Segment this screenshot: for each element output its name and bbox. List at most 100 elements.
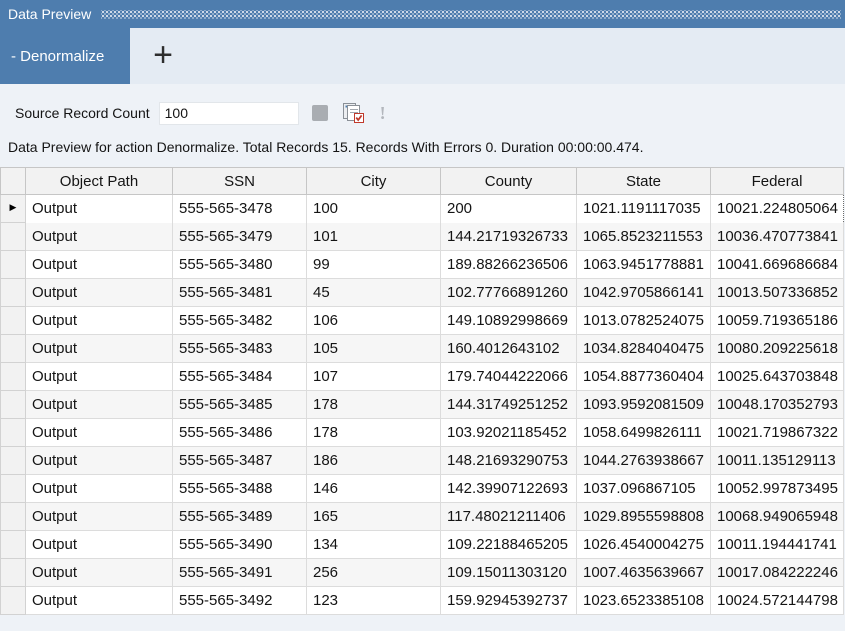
grid-cell[interactable]: 10021.224805064 bbox=[711, 195, 844, 223]
grid-cell[interactable]: 10024.572144798 bbox=[711, 587, 844, 615]
grid-cell[interactable]: Output bbox=[26, 587, 173, 615]
row-selector-cell[interactable]: ▶ bbox=[1, 195, 26, 223]
grid-cell[interactable]: 159.92945392737 bbox=[441, 587, 577, 615]
grid-cell[interactable]: 107 bbox=[307, 363, 441, 391]
grid-cell[interactable]: 555-565-3486 bbox=[173, 419, 307, 447]
grid-cell[interactable]: 555-565-3481 bbox=[173, 279, 307, 307]
row-selector-cell[interactable] bbox=[1, 531, 26, 559]
row-selector-cell[interactable] bbox=[1, 447, 26, 475]
validate-results-button[interactable] bbox=[342, 103, 365, 124]
grid-cell[interactable]: 555-565-3483 bbox=[173, 335, 307, 363]
grid-cell[interactable]: 45 bbox=[307, 279, 441, 307]
grid-cell[interactable]: 1026.4540004275 bbox=[577, 531, 711, 559]
grid-cell[interactable]: 1013.0782524075 bbox=[577, 307, 711, 335]
grid-cell[interactable]: 99 bbox=[307, 251, 441, 279]
grid-cell[interactable]: 555-565-3482 bbox=[173, 307, 307, 335]
grid-cell[interactable]: Output bbox=[26, 559, 173, 587]
grid-cell[interactable]: 1058.6499826111 bbox=[577, 419, 711, 447]
grid-cell[interactable]: 10041.669686684 bbox=[711, 251, 844, 279]
grid-cell[interactable]: Output bbox=[26, 531, 173, 559]
row-selector-cell[interactable] bbox=[1, 391, 26, 419]
drag-grip-dots[interactable] bbox=[101, 10, 841, 19]
grid-cell[interactable]: 1021.1191117035 bbox=[577, 195, 711, 223]
grid-cell[interactable]: 10052.997873495 bbox=[711, 475, 844, 503]
grid-cell[interactable]: 555-565-3487 bbox=[173, 447, 307, 475]
row-selector-cell[interactable] bbox=[1, 279, 26, 307]
grid-cell[interactable]: Output bbox=[26, 307, 173, 335]
row-selector-cell[interactable] bbox=[1, 223, 26, 251]
source-record-count-input[interactable] bbox=[159, 102, 299, 125]
grid-cell[interactable]: 555-565-3485 bbox=[173, 391, 307, 419]
grid-cell[interactable]: 555-565-3490 bbox=[173, 531, 307, 559]
grid-cell[interactable]: 555-565-3484 bbox=[173, 363, 307, 391]
grid-cell[interactable]: Output bbox=[26, 279, 173, 307]
grid-cell[interactable]: 555-565-3479 bbox=[173, 223, 307, 251]
grid-cell[interactable]: 1065.8523211553 bbox=[577, 223, 711, 251]
grid-cell[interactable]: 555-565-3491 bbox=[173, 559, 307, 587]
grid-cell[interactable]: 105 bbox=[307, 335, 441, 363]
grid-cell[interactable]: Output bbox=[26, 195, 173, 223]
grid-cell[interactable]: 555-565-3489 bbox=[173, 503, 307, 531]
column-header-county[interactable]: County bbox=[441, 168, 577, 195]
grid-cell[interactable]: 103.92021185452 bbox=[441, 419, 577, 447]
grid-cell[interactable]: 102.77766891260 bbox=[441, 279, 577, 307]
grid-cell[interactable]: 555-565-3488 bbox=[173, 475, 307, 503]
grid-cell[interactable]: 555-565-3480 bbox=[173, 251, 307, 279]
grid-cell[interactable]: Output bbox=[26, 447, 173, 475]
grid-cell[interactable]: 10011.194441741 bbox=[711, 531, 844, 559]
grid-cell[interactable]: Output bbox=[26, 391, 173, 419]
grid-cell[interactable]: 123 bbox=[307, 587, 441, 615]
column-header-federal[interactable]: Federal bbox=[711, 168, 844, 195]
grid-cell[interactable]: Output bbox=[26, 223, 173, 251]
add-tab-button[interactable]: + bbox=[130, 28, 196, 84]
row-selector-cell[interactable] bbox=[1, 335, 26, 363]
grid-cell[interactable]: 179.74044222066 bbox=[441, 363, 577, 391]
grid-cell[interactable]: 178 bbox=[307, 419, 441, 447]
grid-cell[interactable]: 186 bbox=[307, 447, 441, 475]
grid-cell[interactable]: 256 bbox=[307, 559, 441, 587]
grid-cell[interactable]: 555-565-3492 bbox=[173, 587, 307, 615]
grid-cell[interactable]: 165 bbox=[307, 503, 441, 531]
row-selector-cell[interactable] bbox=[1, 503, 26, 531]
grid-cell[interactable]: 144.21719326733 bbox=[441, 223, 577, 251]
grid-cell[interactable]: 146 bbox=[307, 475, 441, 503]
grid-cell[interactable]: 134 bbox=[307, 531, 441, 559]
grid-cell[interactable]: 1034.8284040475 bbox=[577, 335, 711, 363]
column-header-ssn[interactable]: SSN bbox=[173, 168, 307, 195]
grid-cell[interactable]: Output bbox=[26, 419, 173, 447]
grid-cell[interactable]: Output bbox=[26, 335, 173, 363]
grid-cell[interactable]: 1044.2763938667 bbox=[577, 447, 711, 475]
grid-cell[interactable]: 200 bbox=[441, 195, 577, 223]
grid-cell[interactable]: 1029.8955598808 bbox=[577, 503, 711, 531]
grid-cell[interactable]: 1007.4635639667 bbox=[577, 559, 711, 587]
grid-cell[interactable]: 101 bbox=[307, 223, 441, 251]
column-header-object-path[interactable]: Object Path bbox=[26, 168, 173, 195]
grid-corner-cell[interactable] bbox=[1, 168, 26, 195]
row-selector-cell[interactable] bbox=[1, 475, 26, 503]
grid-cell[interactable]: Output bbox=[26, 251, 173, 279]
grid-cell[interactable]: 142.39907122693 bbox=[441, 475, 577, 503]
grid-cell[interactable]: 109.15011303120 bbox=[441, 559, 577, 587]
disabled-square-button[interactable] bbox=[312, 105, 328, 121]
grid-cell[interactable]: 144.31749251252 bbox=[441, 391, 577, 419]
grid-cell[interactable]: 1063.9451778881 bbox=[577, 251, 711, 279]
grid-cell[interactable]: 10036.470773841 bbox=[711, 223, 844, 251]
grid-cell[interactable]: 1042.9705866141 bbox=[577, 279, 711, 307]
column-header-state[interactable]: State bbox=[577, 168, 711, 195]
grid-cell[interactable]: 1037.096867105 bbox=[577, 475, 711, 503]
grid-cell[interactable]: 106 bbox=[307, 307, 441, 335]
grid-cell[interactable]: 10025.643703848 bbox=[711, 363, 844, 391]
grid-cell[interactable]: 10068.949065948 bbox=[711, 503, 844, 531]
grid-cell[interactable]: 1023.6523385108 bbox=[577, 587, 711, 615]
grid-cell[interactable]: 10059.719365186 bbox=[711, 307, 844, 335]
grid-cell[interactable]: 10013.507336852 bbox=[711, 279, 844, 307]
row-selector-cell[interactable] bbox=[1, 587, 26, 615]
grid-cell[interactable]: 1054.8877360404 bbox=[577, 363, 711, 391]
grid-cell[interactable]: Output bbox=[26, 363, 173, 391]
grid-cell[interactable]: 117.48021211406 bbox=[441, 503, 577, 531]
grid-cell[interactable]: 100 bbox=[307, 195, 441, 223]
grid-cell[interactable]: Output bbox=[26, 475, 173, 503]
row-selector-cell[interactable] bbox=[1, 559, 26, 587]
grid-cell[interactable]: 189.88266236506 bbox=[441, 251, 577, 279]
grid-cell[interactable]: 10021.719867322 bbox=[711, 419, 844, 447]
